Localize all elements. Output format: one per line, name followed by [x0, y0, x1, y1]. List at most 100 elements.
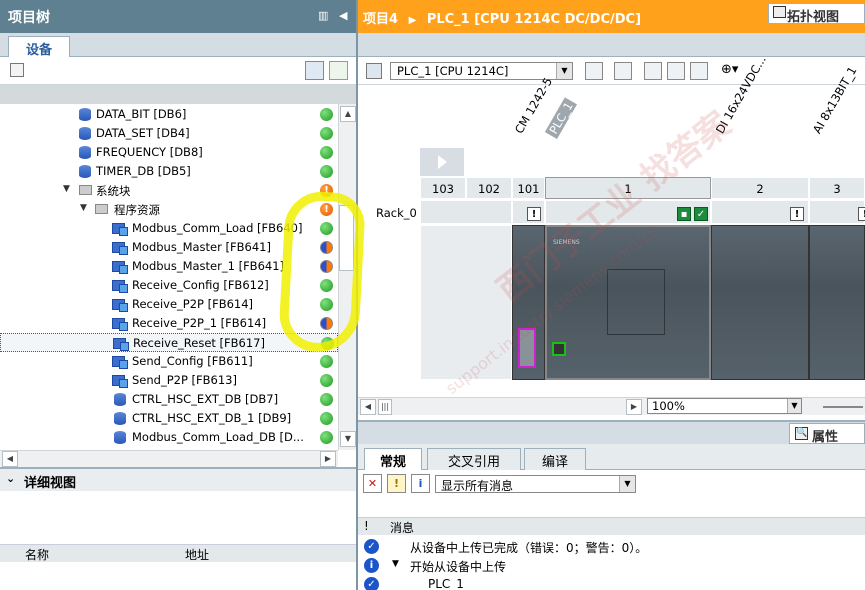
db-icon — [79, 146, 91, 159]
breadcrumb-device[interactable]: PLC_1 [CPU 1214C DC/DC/DC] — [427, 12, 641, 27]
overview-icon[interactable] — [305, 61, 324, 80]
edit-module-icon[interactable] — [644, 62, 662, 80]
status-ok-icon — [320, 355, 333, 368]
tree-item-label: Receive_Reset [FB617] — [133, 336, 265, 350]
tab-cross-reference[interactable]: 交叉引用 — [427, 448, 521, 470]
column-severity[interactable]: ! — [364, 519, 369, 533]
status-ok-icon — [320, 146, 333, 159]
db-icon — [114, 431, 126, 444]
add-icon[interactable] — [329, 61, 348, 80]
slot-header[interactable]: 2 — [711, 177, 809, 199]
slot-header[interactable]: 3 — [809, 177, 865, 199]
message-table-header: ! 消息 — [358, 517, 865, 535]
db-icon — [79, 108, 91, 121]
scroll-up-icon[interactable]: ▲ — [340, 106, 356, 122]
scroll-thumb[interactable]: ||| — [378, 399, 392, 415]
tree-item[interactable]: CTRL_HSC_EXT_DB [DB7] — [0, 390, 338, 409]
fb-icon — [112, 242, 128, 255]
tree-item-label: 程序资源 — [114, 203, 160, 217]
chevron-down-icon[interactable]: ⌄ — [6, 472, 15, 485]
scroll-left-icon[interactable]: ◀ — [360, 399, 376, 415]
slot-status-row — [809, 200, 865, 224]
tree-item[interactable]: Modbus_Comm_Load_DB [D... — [0, 428, 338, 447]
message-row[interactable]: ✓ 从设备中上传已完成（错误：0；警告：0）。 — [358, 537, 865, 556]
grid-icon[interactable] — [667, 62, 685, 80]
message-row[interactable]: ✓ PLC_1 — [358, 575, 865, 590]
column-address[interactable]: 地址 — [185, 546, 209, 563]
tree-item-label: Modbus_Comm_Load_DB [D... — [132, 430, 304, 444]
fb-icon — [112, 261, 128, 274]
swap-icon[interactable] — [585, 62, 603, 80]
detail-table-header: 名称 地址 — [0, 544, 356, 562]
topology-icon — [773, 6, 786, 18]
scroll-right-icon[interactable]: ▶ — [320, 451, 336, 467]
scroll-right-icon[interactable]: ▶ — [626, 399, 642, 415]
scroll-left-icon[interactable]: ◀ — [2, 451, 18, 467]
properties-button[interactable]: 🔍 属性 — [789, 423, 865, 445]
tree-item-label: Receive_P2P_1 [FB614] — [132, 316, 267, 330]
zoom-icon[interactable]: ⊕▾ — [721, 62, 738, 77]
fb-icon — [112, 375, 128, 388]
expand-rack-icon[interactable] — [420, 148, 464, 176]
tree-item-label: Send_P2P [FB613] — [132, 373, 237, 387]
name-icon[interactable] — [614, 62, 632, 80]
di-module[interactable] — [711, 225, 809, 380]
highlight-annotation — [277, 190, 367, 354]
tree-item[interactable]: Send_P2P [FB613] — [0, 371, 338, 390]
collapse-left-icon[interactable]: ◀ — [339, 9, 347, 22]
topology-view-label: 拓扑视图 — [787, 10, 840, 25]
properties-tabs: 常规 交叉引用 编译 — [358, 444, 865, 471]
tab-compile[interactable]: 编译 — [524, 448, 586, 470]
breadcrumb-project[interactable]: 项目4 — [363, 12, 398, 27]
detail-view-area — [0, 491, 356, 590]
network-view-icon[interactable] — [366, 63, 382, 79]
tree-horizontal-scrollbar[interactable]: ◀ ▶ — [0, 450, 338, 467]
zoom-slider[interactable] — [823, 406, 863, 408]
message-row[interactable]: i ▼ 开始从设备中上传 — [358, 556, 865, 575]
tree-item[interactable]: DATA_BIT [DB6] — [0, 105, 338, 124]
status-ok-icon — [320, 108, 333, 121]
tree-item-label: Receive_Config [FB612] — [132, 278, 269, 292]
column-name[interactable]: 名称 — [25, 546, 49, 563]
expand-arrow-icon[interactable]: ▼ — [392, 559, 399, 569]
tab-devices[interactable]: 设备 — [8, 36, 70, 58]
tree-item[interactable]: DATA_SET [DB4] — [0, 124, 338, 143]
tree-item[interactable]: Send_Config [FB611] — [0, 352, 338, 371]
ethernet-port-icon[interactable] — [552, 342, 566, 356]
error-filter-icon[interactable]: ✕ — [363, 474, 382, 493]
status-ok-icon — [320, 165, 333, 178]
slot-header[interactable]: 101 — [512, 177, 545, 199]
table-icon[interactable] — [690, 62, 708, 80]
dropdown-arrow-icon[interactable]: ▼ — [556, 63, 572, 79]
dropdown-arrow-icon[interactable]: ▼ — [787, 399, 801, 413]
message-filter-select[interactable]: 显示所有消息 ▼ — [435, 475, 636, 493]
info-filter-icon[interactable]: i — [411, 474, 430, 493]
db-icon — [79, 127, 91, 140]
detail-view-header[interactable]: ⌄ 详细视图 — [0, 467, 356, 491]
tree-item-label: 系统块 — [96, 184, 131, 198]
tree-item[interactable]: FREQUENCY [DB8] — [0, 143, 338, 162]
tree-item-label: Modbus_Master [FB641] — [132, 240, 271, 254]
project-tree-tabs: 设备 — [0, 33, 356, 58]
scroll-down-icon[interactable]: ▼ — [340, 431, 356, 447]
tree-item[interactable]: CTRL_HSC_EXT_DB_1 [DB9] — [0, 409, 338, 428]
project-tree-toolbar — [0, 57, 356, 85]
tree-header — [0, 85, 356, 105]
ai-module[interactable] — [809, 225, 865, 380]
fb-icon — [112, 318, 128, 331]
dropdown-arrow-icon[interactable]: ▼ — [619, 476, 635, 492]
tab-general[interactable]: 常规 — [364, 448, 422, 471]
expand-arrow-icon[interactable]: ▼ — [63, 184, 70, 194]
tree-item-label: Receive_P2P [FB614] — [132, 297, 254, 311]
tree-folder[interactable]: ▼ 系统块! — [0, 181, 338, 200]
message-text: PLC_1 — [428, 577, 464, 590]
zoom-select[interactable]: 100% ▼ — [647, 398, 802, 414]
panel-layout-icon[interactable]: ▥ — [318, 9, 328, 22]
slot-header[interactable]: 103 — [420, 177, 466, 199]
column-message[interactable]: 消息 — [390, 519, 414, 536]
slot-header[interactable]: 102 — [466, 177, 512, 199]
tree-item[interactable]: TIMER_DB [DB5] — [0, 162, 338, 181]
expand-arrow-icon[interactable]: ▼ — [80, 203, 87, 213]
warning-filter-icon[interactable]: ! — [387, 474, 406, 493]
tree-view-icon[interactable] — [10, 63, 24, 77]
